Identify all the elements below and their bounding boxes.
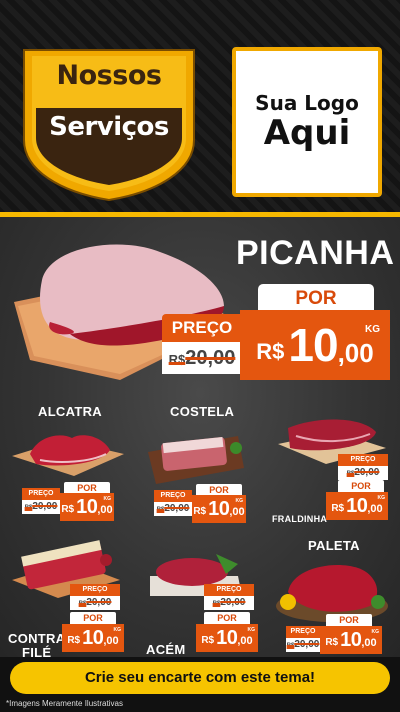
- tag-currency: R$: [325, 637, 339, 648]
- tag-preco: PREÇO: [204, 584, 254, 596]
- services-badge[interactable]: Nossos Serviços: [18, 42, 200, 202]
- tag-unit: KG: [235, 498, 244, 504]
- product-name-costela: COSTELA: [170, 404, 235, 419]
- tag-preco: PREÇO: [286, 626, 320, 638]
- price-tag-costela: POR PREÇO R$20,00 R$ 10,00 KG: [154, 484, 246, 524]
- tag-preco: PREÇO: [154, 490, 192, 502]
- tag-old-price: R$20,00: [286, 638, 320, 652]
- tag-currency: R$: [67, 635, 81, 646]
- product-name-contra-file-line1: CONTRA: [8, 631, 66, 646]
- tag-old-value: 20,00: [32, 501, 58, 512]
- featured-price: R$ 10 ,00 KG: [240, 310, 390, 380]
- featured-price-int: 10: [288, 319, 338, 371]
- tag-price-dec: ,00: [361, 637, 377, 649]
- tag-old-price: R$20,00: [204, 596, 254, 610]
- tag-unit: KG: [371, 629, 380, 635]
- featured-price-dec: ,00: [337, 337, 374, 368]
- tag-por: POR: [338, 480, 384, 492]
- tag-price-dec: ,00: [97, 504, 113, 516]
- tag-price-int: 10: [76, 495, 98, 518]
- tag-price: R$ 10,00 KG: [326, 492, 388, 520]
- tag-old-price: R$20,00: [70, 596, 120, 610]
- tag-currency: R$: [61, 504, 75, 515]
- price-tag-alcatra: POR PREÇO R$20,00 R$ 10,00 KG: [22, 482, 114, 522]
- tag-price-int: 10: [340, 628, 362, 651]
- tag-old-value: 20,00: [354, 467, 380, 478]
- tag-preco: PREÇO: [22, 488, 60, 500]
- featured-unit: KG: [365, 324, 380, 335]
- featured-preco-label: PREÇO: [162, 314, 242, 342]
- tag-old-value: 20,00: [220, 597, 246, 608]
- tag-old-value: 20,00: [294, 639, 320, 650]
- tag-unit: KG: [247, 627, 256, 633]
- alcatra-image: [12, 435, 124, 476]
- product-name-acem: ACÉM: [146, 642, 186, 657]
- featured-por-label: POR: [258, 284, 374, 312]
- logo-placeholder[interactable]: Sua Logo Aqui: [232, 47, 382, 197]
- tag-price-int: 10: [208, 497, 230, 520]
- tag-price-int: 10: [82, 626, 104, 649]
- tag-price: R$ 10,00 KG: [60, 493, 114, 521]
- tag-currency: R$: [331, 503, 345, 514]
- tag-unit: KG: [113, 627, 122, 633]
- disclaimer-note: *Imagens Meramente Ilustrativas: [6, 699, 123, 708]
- logo-text-line1: Sua Logo: [255, 91, 359, 115]
- tag-old-value: 20,00: [164, 503, 190, 514]
- tag-price: R$ 10,00 KG: [62, 624, 124, 652]
- tag-price-int: 10: [346, 494, 368, 517]
- tag-price: R$ 10,00 KG: [192, 495, 246, 523]
- tag-price-dec: ,00: [103, 635, 119, 647]
- costela-image: [148, 436, 244, 484]
- tag-currency: R$: [201, 635, 215, 646]
- featured-product-name: PICANHA: [236, 234, 395, 272]
- cta-button[interactable]: Crie seu encarte com este tema!: [10, 662, 390, 694]
- tag-por: POR: [70, 612, 116, 624]
- tag-preco: PREÇO: [70, 584, 120, 596]
- price-tag-acem: PREÇO R$20,00 POR R$ 10,00 KG: [192, 584, 258, 654]
- tag-currency: R$: [193, 506, 207, 517]
- tag-old-price: R$20,00: [154, 502, 192, 516]
- tag-unit: KG: [103, 496, 112, 502]
- tag-price-int: 10: [216, 626, 238, 649]
- price-tag-paleta: POR PREÇO R$20,00 R$ 10,00 KG: [286, 614, 382, 654]
- tag-price: R$ 10,00 KG: [196, 624, 258, 652]
- tag-old-price: R$20,00: [338, 466, 388, 480]
- price-tag-contra-file: PREÇO R$20,00 POR R$ 10,00 KG: [58, 584, 124, 654]
- featured-old-price: R$20,00: [162, 342, 242, 374]
- featured-old-currency: R$: [168, 352, 186, 367]
- price-tag-fraldinha: PREÇO R$20,00 POR R$ 10,00 KG: [296, 454, 388, 522]
- badge-title-line1: Nossos: [56, 60, 162, 91]
- tag-price: R$ 10,00 KG: [320, 626, 382, 654]
- tag-price-dec: ,00: [229, 506, 245, 518]
- tag-preco: PREÇO: [338, 454, 388, 466]
- tag-por: POR: [326, 614, 372, 626]
- logo-text-line2: Aqui: [263, 113, 351, 153]
- tag-price-dec: ,00: [367, 503, 383, 515]
- featured-currency: R$: [256, 339, 285, 364]
- tag-old-value: 20,00: [86, 597, 112, 608]
- featured-old-value: 20,00: [185, 347, 236, 369]
- tag-por: POR: [204, 612, 250, 624]
- tag-unit: KG: [377, 495, 386, 501]
- tag-price-dec: ,00: [237, 635, 253, 647]
- badge-title-line2: Serviços: [49, 112, 169, 142]
- product-name-paleta: PALETA: [308, 538, 360, 553]
- product-name-alcatra: ALCATRA: [38, 404, 102, 419]
- tag-old-price: R$20,00: [22, 500, 60, 514]
